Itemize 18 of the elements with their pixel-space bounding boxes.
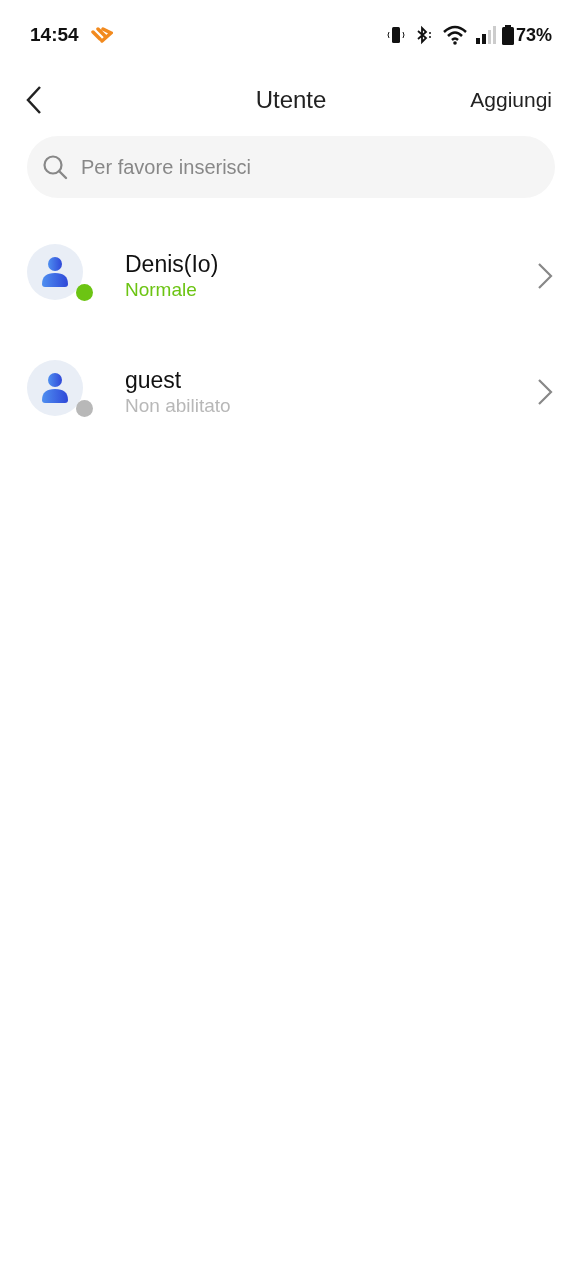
- search-field[interactable]: Per favore inserisci: [27, 136, 555, 198]
- user-avatar-icon: [27, 360, 83, 416]
- add-button[interactable]: Aggiungi: [470, 84, 552, 116]
- search-icon: [41, 153, 69, 181]
- signal-icon: [473, 25, 498, 45]
- user-row[interactable]: Denis(Io) Normale: [0, 218, 582, 334]
- status-time: 14:54: [30, 22, 79, 47]
- back-icon[interactable]: [24, 84, 44, 116]
- user-avatar-icon: [27, 244, 83, 300]
- user-row[interactable]: guest Non abilitato: [0, 334, 582, 450]
- user-name: Denis(Io): [125, 250, 220, 278]
- battery-percent: 73%: [515, 23, 552, 47]
- page-title: Utente: [255, 85, 327, 115]
- user-name: guest: [125, 366, 183, 394]
- user-status: Non abilitato: [125, 394, 232, 418]
- user-status: Normale: [125, 278, 198, 302]
- vibrate-icon: [385, 25, 406, 45]
- battery-icon: [501, 25, 514, 45]
